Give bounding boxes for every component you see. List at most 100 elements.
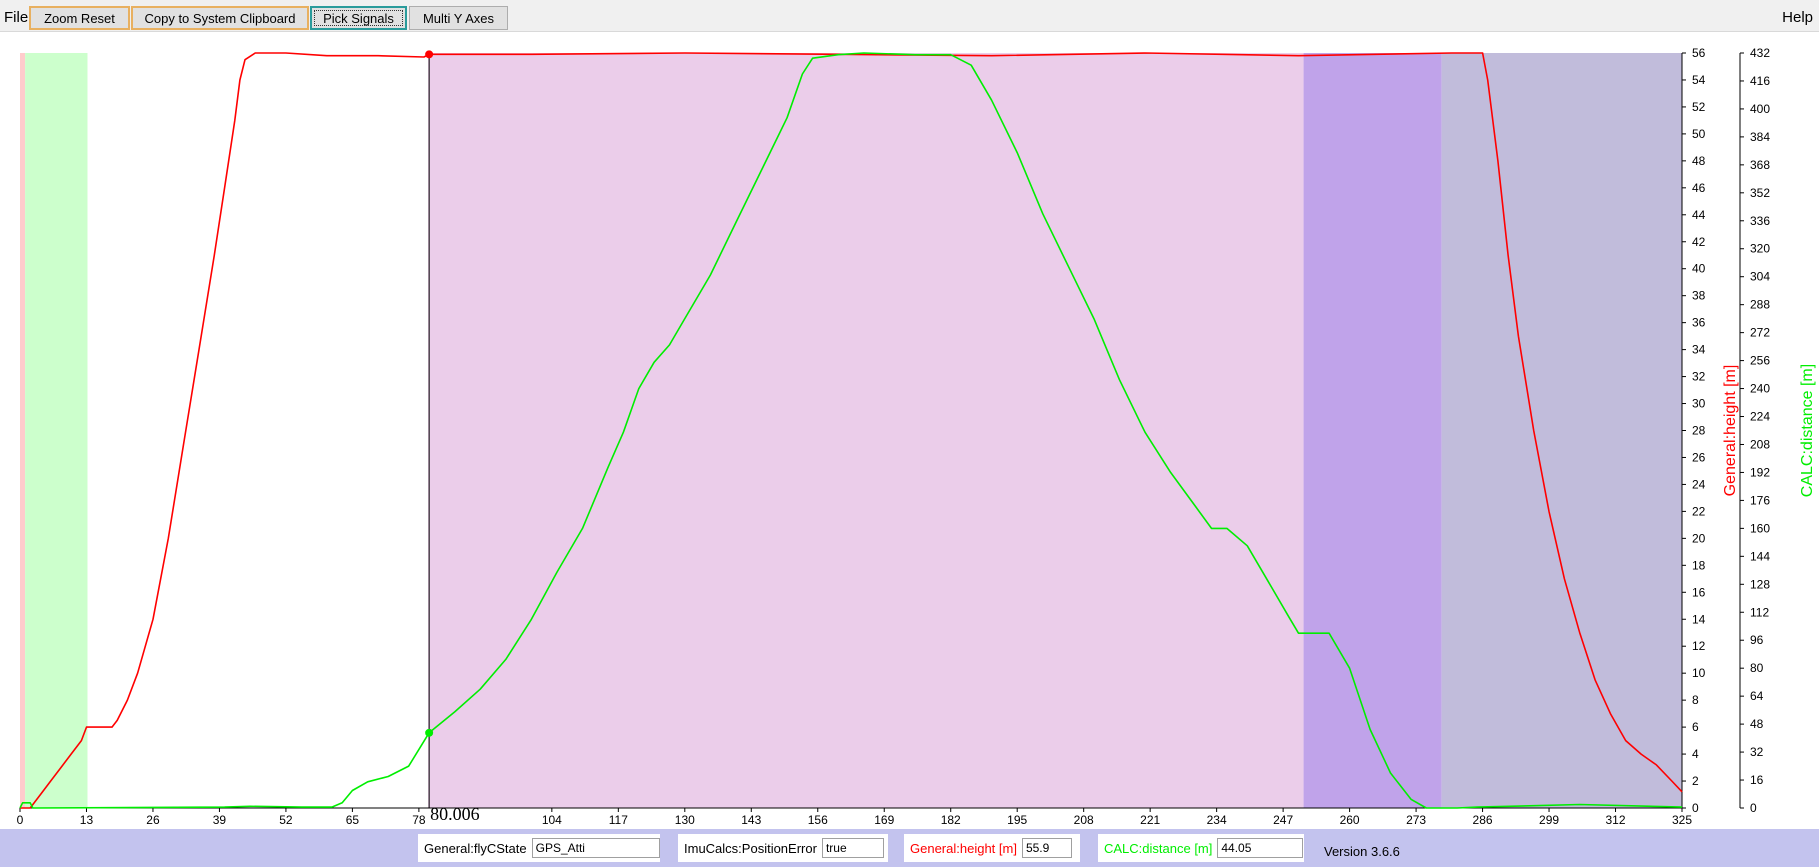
x-tick-label-130: 130 — [675, 813, 695, 827]
status-bar: General:flyCState ImuCalcs:PositionError… — [0, 829, 1819, 867]
distance-tick-label-368: 368 — [1750, 158, 1770, 172]
distance-tick-label-384: 384 — [1750, 130, 1770, 144]
copy-to-clipboard-button[interactable]: Copy to System Clipboard — [131, 6, 309, 30]
x-tick-label-78: 78 — [412, 813, 426, 827]
height-tick-label-50: 50 — [1692, 127, 1706, 141]
height-tick-label-38: 38 — [1692, 289, 1706, 303]
multi-y-axes-button[interactable]: Multi Y Axes — [409, 6, 508, 30]
height-tick-label-44: 44 — [1692, 208, 1706, 222]
distance-tick-label-320: 320 — [1750, 242, 1770, 256]
region-band-0 — [20, 53, 26, 808]
distance-tick-label-64: 64 — [1750, 689, 1764, 703]
x-tick-label-247: 247 — [1273, 813, 1293, 827]
region-band-1 — [25, 53, 88, 808]
position-error-input[interactable] — [821, 838, 884, 858]
distance-cursor-marker — [425, 728, 434, 737]
x-tick-label-156: 156 — [808, 813, 828, 827]
distance-tick-label-16: 16 — [1750, 773, 1764, 787]
height-tick-label-24: 24 — [1692, 477, 1706, 491]
height-tick-label-10: 10 — [1692, 666, 1706, 680]
distance-tick-label-176: 176 — [1750, 493, 1770, 507]
height-tick-label-4: 4 — [1692, 747, 1699, 761]
height-tick-label-2: 2 — [1692, 774, 1699, 788]
help-menu[interactable]: Help — [1782, 9, 1813, 26]
height-tick-label-56: 56 — [1692, 46, 1706, 60]
distance-tick-label-240: 240 — [1750, 382, 1770, 396]
x-tick-label-312: 312 — [1606, 813, 1626, 827]
x-tick-label-13: 13 — [80, 813, 94, 827]
x-tick-label-169: 169 — [874, 813, 894, 827]
height-tick-label-52: 52 — [1692, 100, 1706, 114]
height-tick-label-12: 12 — [1692, 639, 1706, 653]
distance-tick-label-208: 208 — [1750, 437, 1770, 451]
distance-tick-label-160: 160 — [1750, 521, 1770, 535]
highlight-regions — [20, 53, 1682, 808]
height-axis-title: General:height [m] — [1722, 365, 1739, 497]
region-band-4 — [1441, 53, 1682, 808]
distance-tick-label-192: 192 — [1750, 465, 1770, 479]
distance-tick-label-112: 112 — [1750, 605, 1769, 619]
position-error-field: ImuCalcs:PositionError — [678, 834, 888, 862]
x-tick-label-117: 117 — [609, 813, 628, 827]
region-band-3 — [1303, 53, 1442, 808]
distance-label: CALC:distance [m] — [1104, 840, 1213, 856]
toolbar: File Zoom Reset Copy to System Clipboard… — [0, 0, 1819, 32]
x-tick-label-52: 52 — [279, 813, 293, 827]
x-tick-label-182: 182 — [941, 813, 961, 827]
distance-tick-label-224: 224 — [1750, 410, 1770, 424]
x-tick-label-104: 104 — [542, 813, 562, 827]
height-tick-label-26: 26 — [1692, 450, 1706, 464]
flyc-state-input[interactable] — [531, 838, 660, 858]
height-input[interactable] — [1021, 838, 1072, 858]
height-tick-label-32: 32 — [1692, 370, 1706, 384]
x-tick-label-208: 208 — [1074, 813, 1094, 827]
position-error-label: ImuCalcs:PositionError — [684, 840, 817, 856]
height-tick-label-6: 6 — [1692, 720, 1699, 734]
height-tick-label-46: 46 — [1692, 181, 1706, 195]
x-tick-label-143: 143 — [741, 813, 761, 827]
distance-tick-label-336: 336 — [1750, 214, 1770, 228]
distance-tick-label-432: 432 — [1750, 46, 1770, 60]
x-tick-label-299: 299 — [1539, 813, 1559, 827]
height-tick-label-36: 36 — [1692, 316, 1706, 330]
height-tick-label-40: 40 — [1692, 262, 1706, 276]
distance-tick-label-144: 144 — [1750, 549, 1770, 563]
x-tick-label-195: 195 — [1007, 813, 1027, 827]
file-menu[interactable]: File — [4, 9, 28, 26]
distance-tick-label-128: 128 — [1750, 577, 1770, 591]
height-tick-label-14: 14 — [1692, 612, 1706, 626]
height-cursor-marker — [425, 50, 434, 59]
distance-tick-label-32: 32 — [1750, 745, 1764, 759]
distance-tick-label-272: 272 — [1750, 326, 1770, 340]
distance-tick-label-288: 288 — [1750, 298, 1770, 312]
x-tick-label-325: 325 — [1672, 813, 1692, 827]
height-tick-label-30: 30 — [1692, 397, 1706, 411]
x-tick-label-260: 260 — [1340, 813, 1360, 827]
region-band-2 — [428, 53, 1304, 808]
distance-tick-label-48: 48 — [1750, 717, 1764, 731]
distance-axis-title: CALC:distance [m] — [1799, 364, 1816, 497]
chart-area[interactable]: 0 13 26 39 52 65 78 104 117 130 143 156 169 182 195 208… — [0, 31, 1819, 829]
height-tick-label-22: 22 — [1692, 504, 1706, 518]
distance-tick-label-400: 400 — [1750, 102, 1770, 116]
x-tick-label-221: 221 — [1140, 813, 1160, 827]
distance-input[interactable] — [1217, 838, 1304, 858]
cursor-time-label: 80.006 — [430, 804, 480, 824]
distance-tick-label-96: 96 — [1750, 633, 1764, 647]
height-tick-label-48: 48 — [1692, 154, 1706, 168]
version-label: Version 3.6.6 — [1324, 844, 1400, 859]
height-tick-label-16: 16 — [1692, 585, 1706, 599]
zoom-reset-button[interactable]: Zoom Reset — [29, 6, 130, 30]
chart-svg[interactable]: 0 13 26 39 52 65 78 104 117 130 143 156 169 182 195 208… — [0, 31, 1819, 829]
height-tick-label-8: 8 — [1692, 693, 1699, 707]
x-tick-label-0: 0 — [17, 813, 24, 827]
height-tick-label-54: 54 — [1692, 73, 1706, 87]
distance-tick-label-256: 256 — [1750, 354, 1770, 368]
distance-tick-label-352: 352 — [1750, 186, 1770, 200]
x-tick-label-26: 26 — [146, 813, 160, 827]
x-tick-label-286: 286 — [1473, 813, 1493, 827]
distance-field: CALC:distance [m] — [1098, 834, 1304, 862]
height-tick-label-34: 34 — [1692, 343, 1706, 357]
pick-signals-button[interactable]: Pick Signals — [310, 6, 407, 30]
height-label: General:height [m] — [910, 840, 1017, 856]
